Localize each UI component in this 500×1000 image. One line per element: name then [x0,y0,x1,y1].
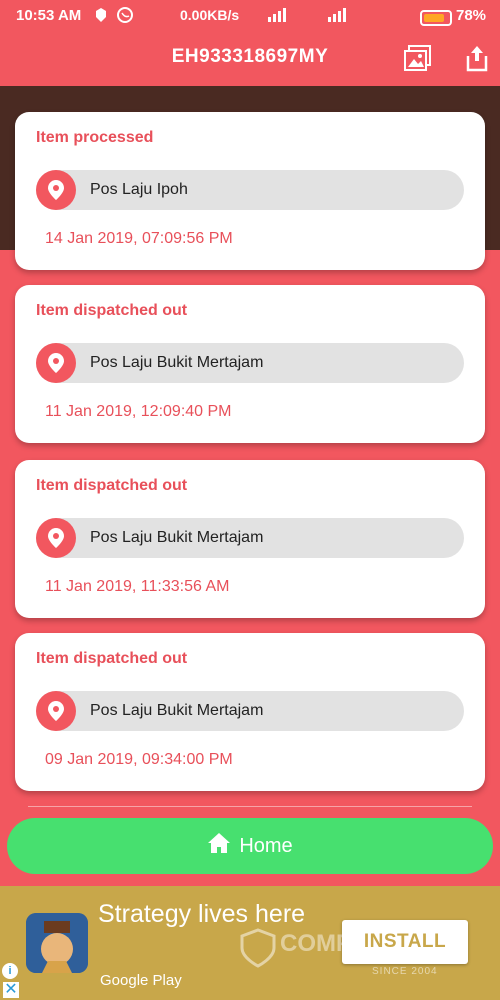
tracking-card: Item dispatched out Pos Laju Bukit Merta… [15,285,485,443]
location-pill: Pos Laju Ipoh [36,170,464,210]
location-text: Pos Laju Ipoh [90,181,188,198]
ad-info-icon[interactable]: i [2,963,18,979]
ad-headline: Strategy lives here [98,900,306,928]
location-pill: Pos Laju Bukit Mertajam [36,518,464,558]
location-pill: Pos Laju Bukit Mertajam [36,691,464,731]
status-bar: 10:53 AM 0.00KB/s 78% [0,0,500,32]
battery-icon [420,10,452,26]
home-button[interactable]: Home [7,818,493,874]
gallery-icon[interactable] [404,44,432,72]
tracking-status: Item dispatched out [36,477,188,494]
status-time: 10:53 AM [16,7,82,24]
home-button-label: Home [239,834,293,857]
ad-store-label: Google Play [100,972,182,989]
tracking-status: Item processed [36,129,154,146]
location-pin-icon [36,691,76,731]
ad-close-icon[interactable]: ✕ [3,982,19,998]
ad-app-icon [26,913,88,973]
tracking-card: Item dispatched out Pos Laju Bukit Merta… [15,460,485,618]
net-speed: 0.00KB/s [180,7,240,23]
location-pin-icon [36,343,76,383]
battery-percent: 78% [456,7,487,24]
notification-icons [95,7,155,27]
share-icon[interactable] [465,44,489,72]
location-pin-icon [36,518,76,558]
tracking-datetime: 11 Jan 2019, 11:33:56 AM [45,578,230,595]
location-text: Pos Laju Bukit Mertajam [90,529,264,546]
tracking-card: Item processed Pos Laju Ipoh 14 Jan 2019… [15,112,485,270]
tracking-status: Item dispatched out [36,302,188,319]
tracking-status: Item dispatched out [36,650,188,667]
location-pill: Pos Laju Bukit Mertajam [36,343,464,383]
location-text: Pos Laju Bukit Mertajam [90,354,264,371]
tracking-datetime: 11 Jan 2019, 12:09:40 PM [45,403,232,420]
divider [28,806,472,807]
tracking-card: Item dispatched out Pos Laju Bukit Merta… [15,633,485,791]
ad-since: SINCE 2004 [372,966,438,977]
location-text: Pos Laju Bukit Mertajam [90,702,264,719]
tracking-datetime: 09 Jan 2019, 09:34:00 PM [45,751,233,768]
home-icon [207,832,239,860]
signal-labels [268,7,408,26]
app-bar: EH933318697MY [0,32,500,86]
location-pin-icon [36,170,76,210]
ad-banner[interactable]: Strategy lives here Google Play COMPU BO… [0,886,500,1000]
install-button[interactable]: INSTALL [342,920,468,964]
tracking-datetime: 14 Jan 2019, 07:09:56 PM [45,230,233,247]
